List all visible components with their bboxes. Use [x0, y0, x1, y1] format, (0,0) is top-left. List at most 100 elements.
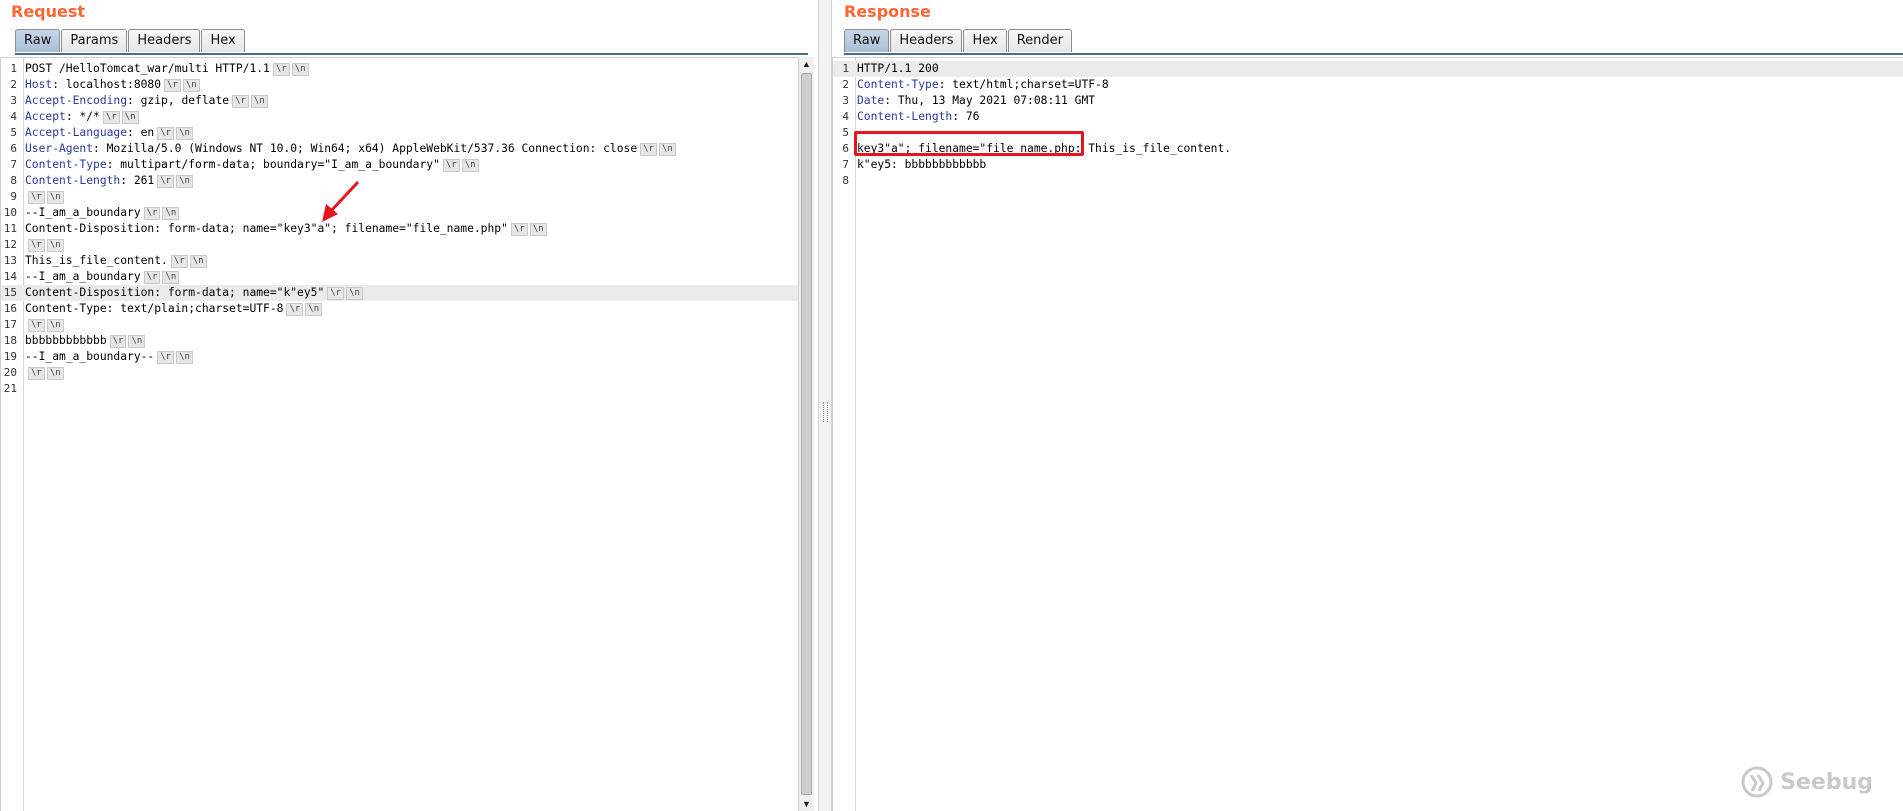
code-line: 8 Content-Length: 261 \r \n [1, 173, 798, 189]
carriage-return-marker: \r [28, 239, 45, 252]
response-pane: Response Raw Headers Hex Render 1 HTTP/1.1 2… [832, 0, 1903, 811]
red-highlight-box [854, 131, 1084, 156]
line-content: \r \n [25, 237, 64, 253]
request-tab-hex[interactable]: Hex [201, 29, 245, 52]
code-line: 16 Content-Type: text/plain;charset=UTF-8… [1, 301, 798, 317]
newline-marker: \n [176, 351, 193, 364]
line-content: POST /HelloTomcat_war/multi HTTP/1.1 \r \n [25, 61, 309, 77]
newline-marker: \n [176, 175, 193, 188]
line-content: --I_am_a_boundary \r \n [25, 205, 180, 221]
line-content: Accept-Language: en \r \n [25, 125, 193, 141]
code-line: 4 Content-Length: 76 [833, 109, 1903, 125]
line-number: 18 [3, 334, 17, 347]
header-name: User-Agent [25, 142, 94, 155]
line-number: 3 [842, 94, 849, 107]
seebug-watermark: Seebug [1740, 765, 1873, 799]
line-number: 2 [842, 78, 849, 91]
request-tab-params[interactable]: Params [61, 29, 128, 52]
request-tab-headers[interactable]: Headers [128, 29, 201, 52]
line-text: --I_am_a_boundary [25, 206, 141, 219]
line-content: This_is_file_content. \r \n [25, 253, 207, 269]
line-content: Content-Length: 76 [857, 109, 979, 125]
scroll-thumb[interactable] [801, 73, 812, 795]
scroll-up-icon[interactable]: ▲ [799, 57, 814, 71]
line-text: Content-Type: text/plain;charset=UTF-8 [25, 302, 284, 315]
newline-marker: \n [461, 159, 479, 172]
code-line: 9 \r \n [1, 189, 798, 205]
code-line: 3 Date: Thu, 13 May 2021 07:08:11 GMT [833, 93, 1903, 109]
carriage-return-marker: \r [157, 127, 175, 140]
line-number: 1 [10, 62, 17, 75]
newline-marker: \n [182, 79, 200, 92]
red-arrow-annotation [322, 180, 360, 222]
split-divider[interactable] [818, 0, 832, 811]
newline-marker: \n [529, 223, 547, 236]
header-name: Accept [25, 110, 66, 123]
response-tab-hex[interactable]: Hex [963, 29, 1007, 52]
response-tab-headers[interactable]: Headers [890, 29, 963, 52]
carriage-return-marker: \r [28, 367, 45, 380]
response-editor[interactable]: 1 HTTP/1.1 200 2 Content-Type: text/html;ch… [832, 57, 1903, 811]
response-tabs: Raw Headers Hex Render [844, 29, 1073, 54]
newline-marker: \n [189, 255, 207, 268]
line-content: \r \n [25, 189, 64, 205]
line-number: 1 [842, 62, 849, 75]
line-number: 5 [10, 126, 17, 139]
request-scrollbar[interactable]: ▲ ▼ [798, 57, 814, 811]
line-text: : text/html;charset=UTF-8 [938, 78, 1109, 91]
line-text: : */* [65, 110, 100, 123]
response-tab-underline [844, 53, 1903, 55]
header-name: Accept-Language [25, 126, 128, 139]
header-name: Date [857, 94, 885, 107]
line-content: --I_am_a_boundary \r \n [25, 269, 180, 285]
newline-marker: \n [121, 111, 139, 124]
line-content: User-Agent: Mozilla/5.0 (Windows NT 10.0… [25, 141, 676, 157]
line-number: 8 [10, 174, 17, 187]
line-content: HTTP/1.1 200 [857, 61, 939, 77]
divider-grip-icon[interactable] [823, 402, 828, 422]
carriage-return-marker: \r [510, 223, 528, 236]
scroll-down-icon[interactable]: ▼ [799, 797, 814, 811]
line-text: bbbbbbbbbbbb [25, 334, 107, 347]
line-number: 9 [10, 190, 17, 203]
line-content: Content-Disposition: form-data; name="k"… [25, 285, 363, 301]
code-line: 2 Host: localhost:8080 \r \n [1, 77, 798, 93]
code-line: 3 Accept-Encoding: gzip, deflate \r \n [1, 93, 798, 109]
line-content: Content-Type: text/html;charset=UTF-8 [857, 77, 1109, 93]
newline-marker: \n [46, 191, 64, 204]
header-name: Content-Type [857, 78, 939, 91]
seebug-logo-icon [1741, 766, 1773, 798]
carriage-return-marker: \r [232, 95, 249, 108]
code-line: 20 \r \n [1, 365, 798, 381]
line-text: k"ey5: bbbbbbbbbbbb [857, 158, 987, 171]
request-tab-raw[interactable]: Raw [15, 29, 61, 52]
header-name: Accept-Encoding [25, 94, 128, 107]
code-line: 18 bbbbbbbbbbbb \r \n [1, 333, 798, 349]
watermark-text: Seebug [1780, 769, 1873, 795]
newline-marker: \n [250, 95, 268, 108]
request-editor[interactable]: 1 POST /HelloTomcat_war/multi HTTP/1.1 \r \… [0, 57, 798, 811]
request-tab-underline [15, 53, 808, 55]
request-pane: Request Raw Params Headers Hex 1 POST /Hello… [0, 0, 818, 811]
line-number: 17 [3, 318, 17, 331]
code-line: 15 Content-Disposition: form-data; name="… [1, 285, 798, 301]
line-content: \r \n [25, 317, 64, 333]
carriage-return-marker: \r [102, 111, 120, 124]
line-number: 11 [3, 222, 17, 235]
response-tab-render[interactable]: Render [1007, 29, 1072, 52]
code-line: 21 [1, 381, 798, 397]
line-number: 8 [842, 174, 849, 187]
code-line: 11 Content-Disposition: form-data; name="… [1, 221, 798, 237]
line-text: --I_am_a_boundary-- [25, 350, 155, 363]
request-tabs: Raw Params Headers Hex [15, 29, 246, 54]
line-number: 3 [10, 94, 17, 107]
carriage-return-marker: \r [164, 79, 181, 92]
line-number: 16 [3, 302, 17, 315]
newline-marker: \n [305, 303, 323, 316]
carriage-return-marker: \r [327, 287, 345, 300]
carriage-return-marker: \r [640, 143, 657, 156]
response-tab-raw[interactable]: Raw [844, 29, 890, 52]
newline-marker: \n [291, 63, 309, 76]
code-line: 1 POST /HelloTomcat_war/multi HTTP/1.1 \r \… [1, 61, 798, 77]
code-line: 7 Content-Type: multipart/form-data; boun… [1, 157, 798, 173]
